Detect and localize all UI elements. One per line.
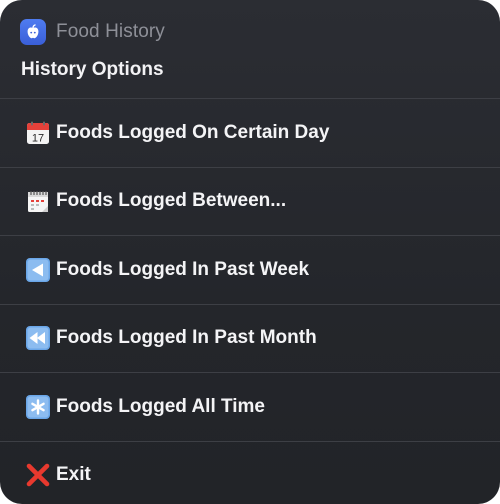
app-name: Food History — [56, 21, 165, 42]
option-certain-day[interactable]: 17 Foods Logged On Certain Day — [0, 98, 500, 167]
asterisk-icon — [25, 394, 51, 420]
option-label: Exit — [56, 464, 91, 486]
option-label: Foods Logged All Time — [56, 395, 265, 417]
option-all-time[interactable]: Foods Logged All Time — [0, 372, 500, 441]
reverse-button-icon — [25, 257, 51, 283]
app-row: Food History — [20, 18, 165, 46]
option-label: Foods Logged In Past Week — [56, 258, 310, 280]
option-label: Foods Logged On Certain Day — [56, 121, 330, 143]
menu-title: History Options — [21, 59, 164, 80]
option-label: Foods Logged In Past Month — [56, 327, 317, 349]
cross-mark-icon — [25, 462, 51, 488]
option-label: Foods Logged Between... — [56, 190, 287, 212]
option-past-week[interactable]: Foods Logged In Past Week — [0, 235, 500, 304]
menu-header: Food History History Options — [0, 0, 500, 98]
option-exit[interactable]: Exit — [0, 440, 500, 504]
fast-reverse-button-icon — [25, 325, 51, 351]
apple-icon — [20, 19, 46, 45]
calendar-17-icon: 17 — [25, 120, 51, 146]
option-past-month[interactable]: Foods Logged In Past Month — [0, 303, 500, 373]
shortcut-menu-panel: Food History History Options 17 Foods Lo… — [0, 0, 500, 504]
spiral-calendar-icon — [25, 188, 51, 214]
calendar-day-number: 17 — [32, 132, 44, 144]
options-list: 17 Foods Logged On Certain Day Foods Log… — [0, 98, 500, 504]
option-between[interactable]: Foods Logged Between... — [0, 166, 500, 236]
